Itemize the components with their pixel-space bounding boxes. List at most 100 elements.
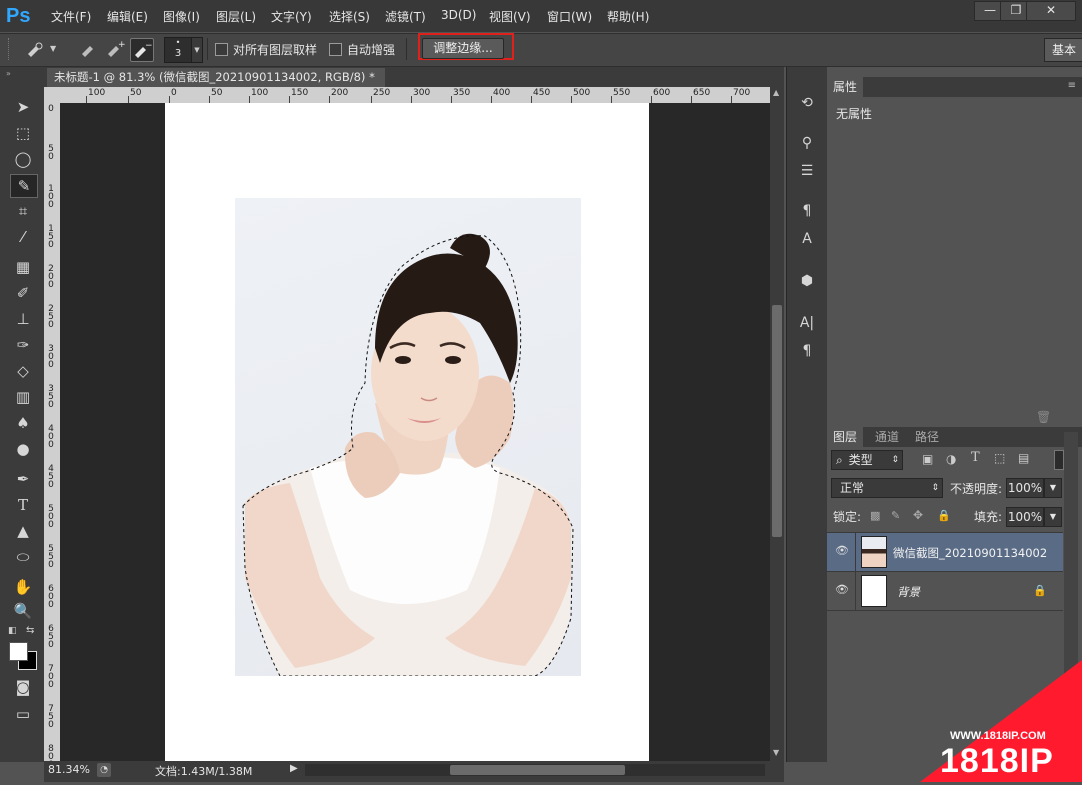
layer-row-selected[interactable]: 👁 微信截图_20210901134002 [827, 532, 1063, 571]
ellipse-tool-icon[interactable]: ⬭ [10, 546, 36, 568]
trash-icon[interactable]: 🗑 [1036, 410, 1051, 424]
menu-item[interactable]: 图像(I) [163, 8, 200, 25]
path-selection-tool-icon[interactable]: ▲ [10, 520, 36, 542]
auto-enhance-checkbox[interactable] [329, 43, 342, 56]
opacity-dropdown-icon[interactable]: ▼ [1044, 478, 1062, 498]
properties-tab[interactable]: 属性 [827, 77, 864, 97]
eraser-tool-icon[interactable]: ◇ [10, 360, 36, 382]
tab-channels[interactable]: 通道 [869, 427, 905, 447]
refine-edge-button[interactable]: 调整边缘... [422, 38, 504, 59]
swap-colors-icon[interactable]: ⇆ [26, 625, 34, 636]
eyedropper-tool-icon[interactable]: ⁄ [10, 226, 36, 248]
brush-size-dropdown-icon[interactable]: ▼ [191, 37, 203, 63]
blend-mode-select[interactable]: 正常 ⇕ [831, 478, 943, 498]
status-info-icon[interactable]: ◔ [97, 763, 111, 777]
lock-label: 锁定: [833, 510, 862, 524]
lock-transparent-icon[interactable]: ▩ [870, 509, 880, 522]
character-panel-icon[interactable]: A| [796, 312, 818, 334]
sample-all-layers-label: 对所有图层取样 [233, 43, 318, 57]
clone-stamp-tool-icon[interactable]: ⊥ [10, 308, 36, 330]
healing-brush-tool-icon[interactable]: ▦ [10, 256, 36, 278]
paragraph-panel-icon[interactable]: ¶ [796, 340, 818, 362]
move-tool-icon[interactable]: ➤ [10, 96, 36, 118]
workspace-button[interactable]: 基本 [1044, 38, 1082, 62]
brush-size-picker[interactable]: • 3 [164, 37, 192, 63]
default-colors-icon[interactable]: ◧ [8, 626, 17, 636]
canvas-area[interactable] [60, 103, 770, 761]
history-brush-tool-icon[interactable]: ✑ [10, 334, 36, 356]
brush-presets-panel-icon[interactable]: ⚲ [796, 132, 818, 154]
menu-item[interactable]: 选择(S) [329, 8, 370, 25]
3d-panel-icon[interactable]: ⬢ [796, 270, 818, 292]
menu-item[interactable]: 视图(V) [489, 8, 531, 25]
marquee-tool-icon[interactable]: ⬚ [10, 122, 36, 144]
quick-mask-icon[interactable]: ◙ [10, 676, 36, 698]
menu-item[interactable]: 编辑(E) [107, 8, 148, 25]
fill-input[interactable]: 100% [1006, 507, 1044, 527]
history-panel-icon[interactable]: ⟲ [796, 92, 818, 114]
menu-item[interactable]: 帮助(H) [607, 8, 649, 25]
horizontal-scroll-thumb[interactable] [450, 765, 625, 775]
vertical-ruler[interactable]: 0 50 100 150 200 250 300 350 400 450 500 550 600 650 7… [44, 103, 60, 770]
filter-toggle-switch[interactable] [1054, 450, 1064, 470]
lock-pixels-icon[interactable]: ✎ [891, 509, 900, 522]
foreground-color-swatch[interactable] [9, 642, 28, 661]
add-to-selection-icon[interactable]: + [104, 38, 126, 60]
ruler-origin[interactable] [44, 87, 60, 103]
pen-tool-icon[interactable]: ✒ [10, 468, 36, 490]
adjustments-panel-icon[interactable]: ☰ [796, 160, 818, 182]
menu-item[interactable]: 窗口(W) [547, 8, 592, 25]
hand-tool-icon[interactable]: ✋ [10, 576, 36, 598]
subtract-from-selection-icon[interactable]: − [130, 38, 154, 62]
paragraph-styles-panel-icon[interactable]: ¶ [796, 200, 818, 222]
status-menu-arrow-icon[interactable]: ▶ [290, 763, 298, 774]
filter-type-icon[interactable]: T [971, 450, 980, 465]
gradient-tool-icon[interactable]: ▥ [10, 386, 36, 408]
menu-item[interactable]: 文件(F) [51, 8, 91, 25]
filter-shape-icon[interactable]: ⬚ [994, 451, 1005, 465]
quick-selection-tool-preset-icon[interactable] [24, 38, 46, 60]
blur-tool-icon[interactable]: ♠ [10, 412, 36, 434]
screen-mode-icon[interactable]: ▭ [10, 703, 36, 725]
fill-dropdown-icon[interactable]: ▼ [1044, 507, 1062, 527]
visibility-eye-icon[interactable]: 👁 [835, 544, 851, 560]
lock-all-icon[interactable]: 🔒 [937, 509, 951, 522]
tab-layers[interactable]: 图层 [827, 427, 864, 447]
menu-item[interactable]: 滤镜(T) [385, 8, 426, 25]
sample-all-layers-checkbox[interactable] [215, 43, 228, 56]
opacity-input[interactable]: 100% [1006, 478, 1044, 498]
layer-filter-select[interactable]: ⌕ 类型 ⇕ [831, 450, 903, 470]
filter-smart-object-icon[interactable]: ▤ [1018, 451, 1029, 465]
brush-tool-icon[interactable]: ✐ [10, 282, 36, 304]
tab-paths[interactable]: 路径 [909, 427, 945, 447]
horizontal-ruler[interactable]: 100 50 0 50 100 150 200 250 300 350 400 450 500 550 60… [60, 87, 770, 103]
menu-item[interactable]: 文字(Y) [271, 8, 312, 25]
zoom-tool-icon[interactable]: 🔍 [10, 600, 36, 622]
collapse-toolbox-icon[interactable]: » [6, 69, 11, 78]
close-tab-icon[interactable]: × [378, 70, 385, 84]
document-tab[interactable]: 未标题-1 @ 81.3% (微信截图_20210901134002, RGB/… [47, 68, 385, 87]
type-tool-icon[interactable]: T [10, 494, 36, 516]
crop-tool-icon[interactable]: ⌗ [10, 200, 36, 222]
document-canvas[interactable] [165, 103, 649, 761]
layer-row[interactable]: 👁 背景 🔒 [827, 571, 1063, 611]
scroll-up-icon[interactable]: ▲ [773, 88, 779, 97]
visibility-eye-icon[interactable]: 👁 [835, 583, 851, 599]
preset-dropdown-arrow-icon[interactable]: ▼ [50, 44, 56, 53]
menu-item[interactable]: 图层(L) [216, 8, 256, 25]
lasso-tool-icon[interactable]: ◯ [10, 148, 36, 170]
panel-menu-icon[interactable]: ≡ [1068, 80, 1076, 91]
menu-item[interactable]: 3D(D) [441, 8, 476, 22]
quick-selection-tool-icon[interactable]: ✎ [10, 174, 38, 198]
character-styles-panel-icon[interactable]: A [796, 228, 818, 250]
ruler-tick-label: 500 [48, 504, 54, 530]
new-selection-icon[interactable] [78, 38, 100, 60]
vertical-scroll-thumb[interactable] [772, 305, 782, 537]
scroll-down-icon[interactable]: ▼ [773, 748, 779, 757]
filter-adjustment-icon[interactable]: ◑ [946, 452, 956, 466]
zoom-level[interactable]: 81.34% [48, 763, 90, 776]
lock-position-icon[interactable]: ✥ [913, 508, 923, 522]
dodge-tool-icon[interactable]: ● [10, 438, 36, 460]
close-button[interactable]: ✕ [1026, 1, 1076, 21]
filter-pixel-icon[interactable]: ▣ [922, 452, 933, 466]
